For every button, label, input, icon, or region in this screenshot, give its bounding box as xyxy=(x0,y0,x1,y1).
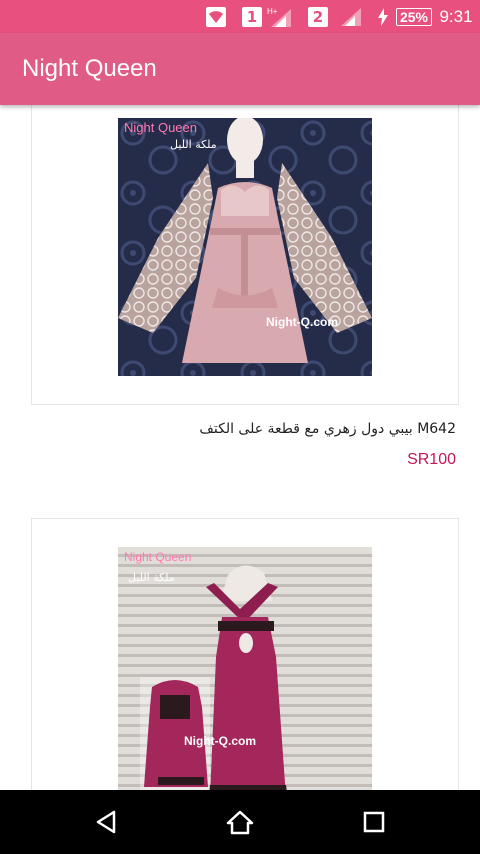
product-image[interactable]: Night Queen ملكة الليل Night-Q.com xyxy=(118,547,372,790)
navigation-bar xyxy=(0,790,480,854)
recents-icon[interactable] xyxy=(354,802,394,842)
app-bar: Night Queen xyxy=(0,33,480,105)
image-watermark: Night-Q.com xyxy=(266,315,338,329)
wifi-icon xyxy=(205,0,227,33)
product-name[interactable]: M642 بيبي دول زهري مع قطعة على الكتف xyxy=(199,421,456,437)
product-price: SR100 xyxy=(407,451,456,468)
sim1-indicator: 1 xyxy=(242,0,262,33)
product-list[interactable]: Night Queen ملكة الليل Night-Q.com M642 … xyxy=(0,105,480,790)
sim1-signal-icon: H+ xyxy=(266,0,294,33)
battery-icon: 25% xyxy=(394,0,434,33)
app-title: Night Queen xyxy=(22,55,157,82)
status-bar: 1 H+ 2 25% 9:31 xyxy=(0,0,480,33)
sim2-indicator: 2 xyxy=(308,0,328,33)
battery-percent: 25% xyxy=(395,7,433,26)
product-card[interactable]: Night Queen ملكة الليل Night-Q.com xyxy=(31,518,459,790)
product-card[interactable]: Night Queen ملكة الليل Night-Q.com xyxy=(31,105,459,405)
charging-icon xyxy=(376,0,390,33)
home-icon[interactable] xyxy=(220,802,260,842)
product-image[interactable]: Night Queen ملكة الليل Night-Q.com xyxy=(118,118,372,376)
image-logo-ar: ملكة الليل xyxy=(128,571,175,584)
status-time: 9:31 xyxy=(439,6,473,26)
sim2-signal-icon xyxy=(338,0,364,33)
image-logo: Night Queen xyxy=(124,550,191,564)
network-type-label: H+ xyxy=(267,7,278,16)
image-watermark: Night-Q.com xyxy=(184,734,256,748)
image-logo-ar: ملكة الليل xyxy=(170,138,217,151)
back-icon[interactable] xyxy=(87,802,127,842)
image-logo: Night Queen xyxy=(124,120,197,135)
